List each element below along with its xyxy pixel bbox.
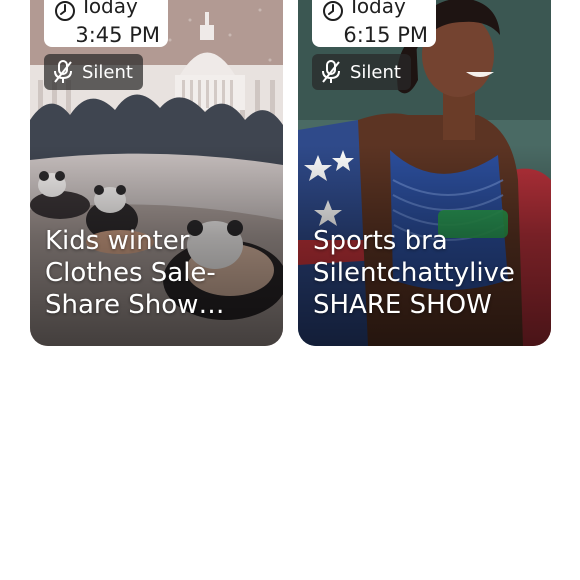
- clock-icon: [323, 1, 343, 21]
- schedule-time: 6:15 PM: [343, 23, 428, 47]
- show-card-kids-winter[interactable]: Today 3:45 PM Silent Kids winter Clothes…: [30, 0, 283, 346]
- mic-off-icon: [322, 60, 340, 83]
- mic-off-icon: [54, 60, 72, 83]
- silent-badge: Silent: [312, 54, 411, 90]
- silent-badge-label: Silent: [350, 61, 401, 83]
- schedule-day: Today: [348, 0, 406, 18]
- schedule-pill: Today 6:15 PM: [312, 0, 436, 47]
- show-card-sports-bra[interactable]: Today 6:15 PM Silent Sports bra Silentch…: [298, 0, 551, 346]
- clock-icon: [55, 1, 75, 21]
- show-grid: Today 3:45 PM Silent Kids winter Clothes…: [0, 0, 580, 580]
- show-title: Kids winter Clothes Sale-Share Show (sil…: [45, 226, 216, 320]
- show-title: Sports bra Silentchattylive SHARE SHOW: [313, 226, 515, 320]
- silent-badge-label: Silent: [82, 61, 133, 83]
- silent-badge: Silent: [44, 54, 143, 90]
- schedule-time: 3:45 PM: [75, 23, 160, 47]
- schedule-pill: Today 3:45 PM: [44, 0, 168, 47]
- schedule-day: Today: [80, 0, 138, 18]
